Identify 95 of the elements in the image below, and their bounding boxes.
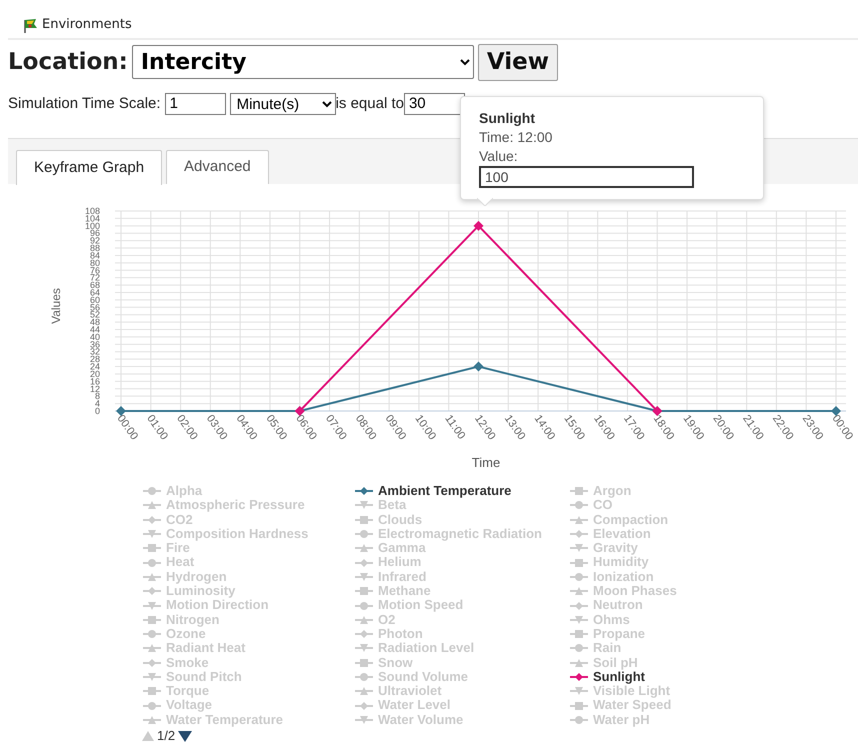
legend-symbol-icon <box>570 714 588 725</box>
data-point[interactable] <box>474 220 484 231</box>
legend-symbol-icon <box>355 629 373 640</box>
tab[interactable]: Advanced <box>166 150 269 184</box>
tick-label: 8 <box>94 391 100 402</box>
unit-select[interactable]: Minute(s) <box>230 93 336 115</box>
legend-symbol-icon <box>143 586 161 596</box>
legend-symbol-icon <box>143 700 161 711</box>
tick-label: 96 <box>90 228 100 238</box>
tick-label: 4 <box>94 398 100 409</box>
legend-symbol-icon <box>143 672 161 682</box>
legend-symbol-icon <box>143 514 161 525</box>
legend-symbol-icon <box>143 543 161 554</box>
page-down-icon[interactable] <box>178 730 192 742</box>
legend-symbol-icon <box>355 643 373 654</box>
axis-title: Values <box>49 288 63 324</box>
legend-symbol-icon <box>355 543 373 554</box>
legend-symbol-icon <box>570 600 588 611</box>
tick-label: 92 <box>90 236 100 246</box>
legend-symbol-icon <box>355 514 373 525</box>
tick-label: 72 <box>90 272 100 283</box>
legend-symbol-icon <box>143 658 161 668</box>
legend-symbol-icon <box>355 529 373 540</box>
tick-label: 108 <box>84 206 100 216</box>
legend-symbol-icon <box>355 614 373 625</box>
amount-field[interactable]: 1 <box>164 93 226 115</box>
legend-symbol-icon <box>570 686 588 696</box>
legend-symbol-icon <box>570 658 588 668</box>
legend-symbol-icon <box>355 658 373 668</box>
legend-symbol-icon <box>570 529 588 540</box>
time-scale-label: Simulation Time Scale: <box>8 94 161 114</box>
axis-title: Time <box>472 455 500 470</box>
tick-label: 32 <box>90 346 100 357</box>
data-point[interactable] <box>474 362 484 372</box>
legend-symbol-icon <box>355 500 373 510</box>
legend-symbol-icon <box>143 614 161 625</box>
legend-symbol-icon <box>143 686 161 696</box>
legend-symbol-icon <box>570 500 588 510</box>
legend-symbol-icon <box>570 558 588 568</box>
legend-symbol-icon <box>143 629 161 640</box>
legend-symbol-icon <box>570 629 588 640</box>
legend-symbol-icon <box>355 714 373 725</box>
legend-symbol-icon <box>355 686 373 696</box>
legend-symbol-icon <box>355 558 373 568</box>
legend-symbol-icon <box>143 558 161 568</box>
tick-label: 28 <box>90 354 100 364</box>
location-select[interactable]: Intercity <box>132 45 474 79</box>
legend-item[interactable]: Sunlight <box>570 670 858 684</box>
legend-symbol-icon <box>570 700 588 711</box>
tick-label: 36 <box>90 339 100 350</box>
tick-label: 12 <box>90 384 100 394</box>
location-label: Location: <box>8 48 128 77</box>
legend-symbol-icon <box>570 586 588 596</box>
legend-symbol-icon <box>570 572 588 582</box>
tick-label: 16 <box>90 376 100 386</box>
tick-label: 76 <box>90 265 100 276</box>
legend-symbol-icon <box>143 600 161 611</box>
flag-icon <box>22 18 38 32</box>
legend-symbol-icon <box>570 643 588 654</box>
legend-symbol-icon <box>355 572 373 582</box>
tick-label: 0 <box>94 406 100 416</box>
time-text: Time: 12:00 <box>479 128 554 147</box>
legend-symbol-icon <box>355 600 373 611</box>
equals-label: is equal to <box>336 94 404 114</box>
legend-symbol-icon <box>570 486 588 496</box>
legend-symbol-icon <box>143 486 161 496</box>
data-point[interactable] <box>116 406 126 416</box>
legend-symbol-icon <box>570 614 588 625</box>
legend-symbol-icon <box>355 700 373 711</box>
value-field[interactable]: 100 <box>479 166 694 188</box>
tick-label: 60 <box>90 294 100 305</box>
tick-label: 104 <box>84 213 100 224</box>
popover-title: Sunlight <box>479 109 536 128</box>
equals-field[interactable]: 30 <box>404 93 465 115</box>
legend-symbol-icon <box>355 672 373 682</box>
tab[interactable]: Keyframe Graph <box>16 150 162 185</box>
tick-label: 80 <box>90 258 100 268</box>
tick-label: 56 <box>90 302 100 312</box>
legend-symbol-icon <box>355 586 373 596</box>
tick-label: 100 <box>84 220 100 231</box>
legend-symbol-icon <box>143 643 161 654</box>
legend-symbol-icon <box>570 543 588 554</box>
legend-symbol-icon <box>143 529 161 540</box>
page-title: Environments <box>42 16 132 34</box>
legend-symbol-icon <box>143 714 161 725</box>
legend-item[interactable]: Ambient Temperature <box>355 484 570 498</box>
legend-symbol-icon <box>143 500 161 510</box>
data-point[interactable] <box>831 406 841 416</box>
value-label: Value: <box>479 147 519 166</box>
legend-symbol-icon <box>570 514 588 525</box>
legend-symbol-icon <box>143 572 161 582</box>
tick-label: 48 <box>90 317 100 328</box>
view-button[interactable]: View <box>478 44 558 80</box>
tick-label: 52 <box>90 310 100 320</box>
page-indicator: 1/2 <box>157 729 176 744</box>
